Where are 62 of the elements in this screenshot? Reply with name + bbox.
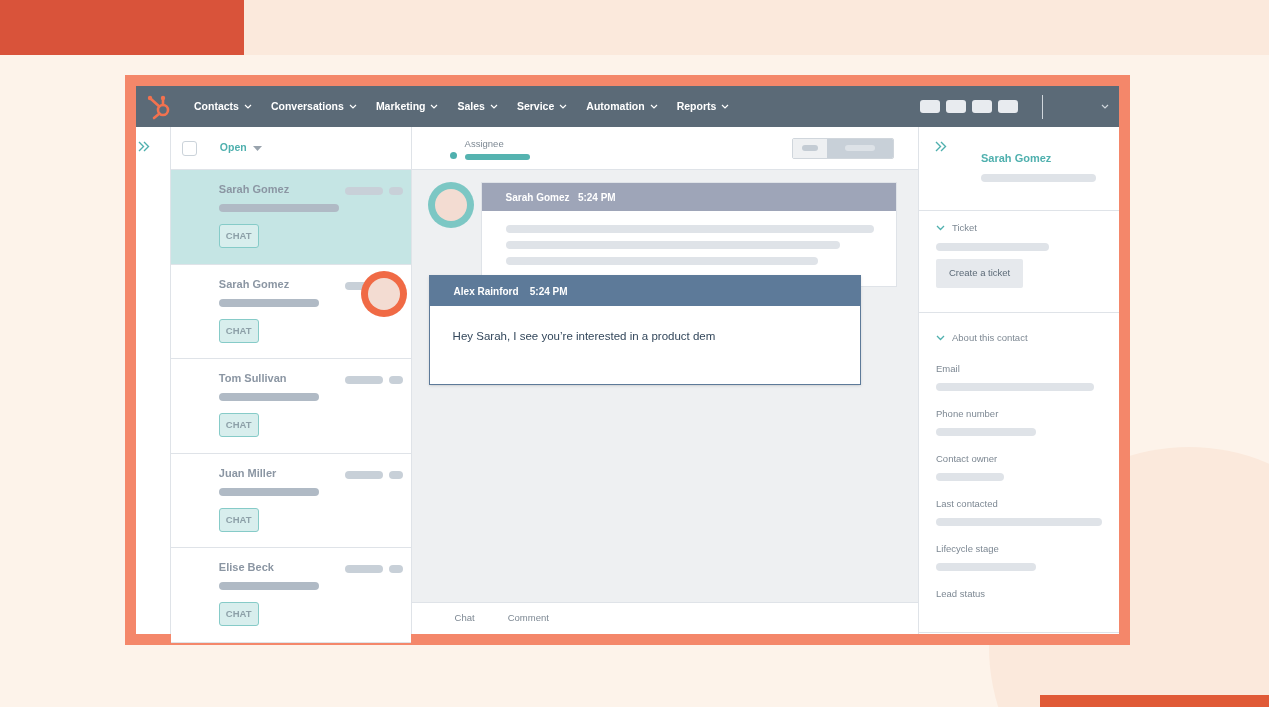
text-placeholder bbox=[344, 565, 383, 573]
contact-name: Sarah Gomez bbox=[218, 276, 291, 291]
chevron-down-icon bbox=[243, 104, 252, 109]
chevron-down-icon bbox=[649, 104, 658, 109]
message-sender: Sarah Gomez 5:24 PM bbox=[505, 190, 616, 205]
text-placeholder bbox=[388, 376, 403, 384]
toolbar-icon[interactable] bbox=[998, 100, 1018, 113]
chevron-down-icon bbox=[430, 104, 439, 109]
channel-tag: CHAT bbox=[218, 507, 259, 532]
field-label: Lead status bbox=[936, 587, 987, 602]
channel-tag: CHAT bbox=[218, 224, 259, 249]
avatar-photo-placeholder bbox=[427, 182, 474, 228]
chevron-down-icon[interactable] bbox=[936, 225, 945, 232]
text-placeholder bbox=[464, 154, 530, 160]
caret-icon bbox=[252, 145, 262, 151]
channel-tag: CHAT bbox=[218, 602, 259, 627]
chevron-down-icon bbox=[348, 104, 357, 109]
nav-menu[interactable]: Reports bbox=[676, 98, 730, 115]
view-toggle[interactable] bbox=[792, 137, 894, 159]
message-text: Hey Sarah, I see you’re interested in a product dem bbox=[451, 329, 717, 344]
text-placeholder bbox=[344, 376, 383, 384]
nav-menu[interactable]: Sales bbox=[457, 98, 498, 115]
status-filter-dropdown[interactable]: Open bbox=[219, 140, 262, 156]
chevron-down-icon[interactable] bbox=[936, 335, 945, 342]
toolbar-icon[interactable] bbox=[946, 100, 966, 113]
field-label: Last contacted bbox=[936, 497, 999, 512]
chevron-down-icon bbox=[1101, 104, 1109, 109]
nav-menu[interactable]: Marketing bbox=[375, 98, 439, 115]
select-all-checkbox[interactable] bbox=[181, 140, 197, 156]
nav-menu[interactable]: Contacts bbox=[194, 98, 252, 115]
toolbar-icon[interactable] bbox=[920, 100, 940, 113]
section-title: Ticket bbox=[952, 221, 977, 235]
text-placeholder bbox=[388, 470, 403, 479]
text-placeholder bbox=[388, 565, 403, 573]
field-label: Email bbox=[936, 362, 961, 377]
chevron-down-icon bbox=[721, 104, 730, 109]
text-placeholder bbox=[936, 472, 1004, 481]
text-placeholder bbox=[344, 470, 383, 479]
nav-menu[interactable]: Automation bbox=[586, 98, 658, 115]
double-chevron-icon[interactable] bbox=[935, 141, 947, 152]
channel-tag: CHAT bbox=[218, 318, 259, 343]
nav-menu[interactable]: Service bbox=[516, 98, 568, 115]
message-sender: Alex Rainford 5:24 PM bbox=[453, 284, 568, 299]
compose-tab[interactable]: Comment bbox=[507, 611, 549, 626]
create-ticket-button[interactable]: Create a ticket bbox=[936, 259, 1024, 288]
toolbar-icon[interactable] bbox=[972, 100, 992, 113]
assignee-label: Assignee bbox=[464, 138, 505, 150]
field-label: Lifecycle stage bbox=[936, 542, 1000, 557]
field-label: Contact owner bbox=[936, 452, 999, 467]
nav-menu[interactable]: Conversations bbox=[270, 98, 357, 115]
contact-name: Tom Sullivan bbox=[218, 371, 288, 385]
compose-tab[interactable]: Chat bbox=[454, 611, 475, 626]
section-title: About this contact bbox=[952, 331, 1028, 345]
field-label: Phone number bbox=[936, 407, 1000, 422]
contact-name: Elise Beck bbox=[218, 560, 275, 574]
chevron-down-icon bbox=[489, 104, 498, 109]
double-chevron-icon[interactable] bbox=[138, 141, 150, 152]
chevron-down-icon bbox=[559, 104, 568, 109]
contact-name: Sarah Gomez bbox=[981, 151, 1053, 166]
channel-tag: CHAT bbox=[218, 413, 259, 438]
contact-name: Sarah Gomez bbox=[218, 182, 291, 196]
contact-name: Juan Miller bbox=[218, 465, 278, 480]
